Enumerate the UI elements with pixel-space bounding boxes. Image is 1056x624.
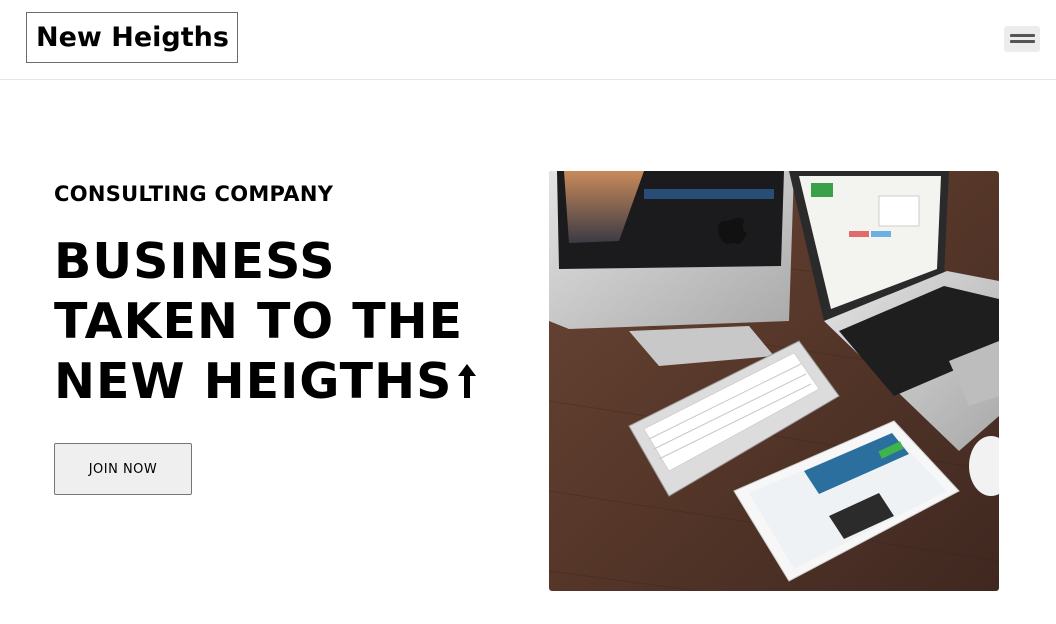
hero-eyebrow: CONSULTING COMPANY — [54, 182, 334, 206]
join-now-button[interactable]: JOIN NOW — [54, 443, 192, 495]
headline-line-2: TAKEN TO THE — [54, 293, 464, 350]
hamburger-menu-icon-bar — [1010, 40, 1035, 43]
hamburger-menu-icon — [1010, 34, 1035, 37]
hero-image — [549, 171, 999, 591]
navbar: New Heigths — [0, 0, 1056, 80]
headline-line-3-wrap: NEW HEIGTHS — [54, 352, 524, 414]
brand-logo[interactable]: New Heigths — [26, 12, 238, 63]
hamburger-menu-button[interactable] — [1004, 26, 1040, 52]
arrow-up-icon — [456, 354, 478, 414]
headline-line-1: BUSINESS — [54, 233, 336, 290]
headline-line-3: NEW HEIGTHS — [54, 353, 453, 410]
hero-headline: BUSINESS TAKEN TO THE NEW HEIGTHS — [54, 232, 524, 414]
